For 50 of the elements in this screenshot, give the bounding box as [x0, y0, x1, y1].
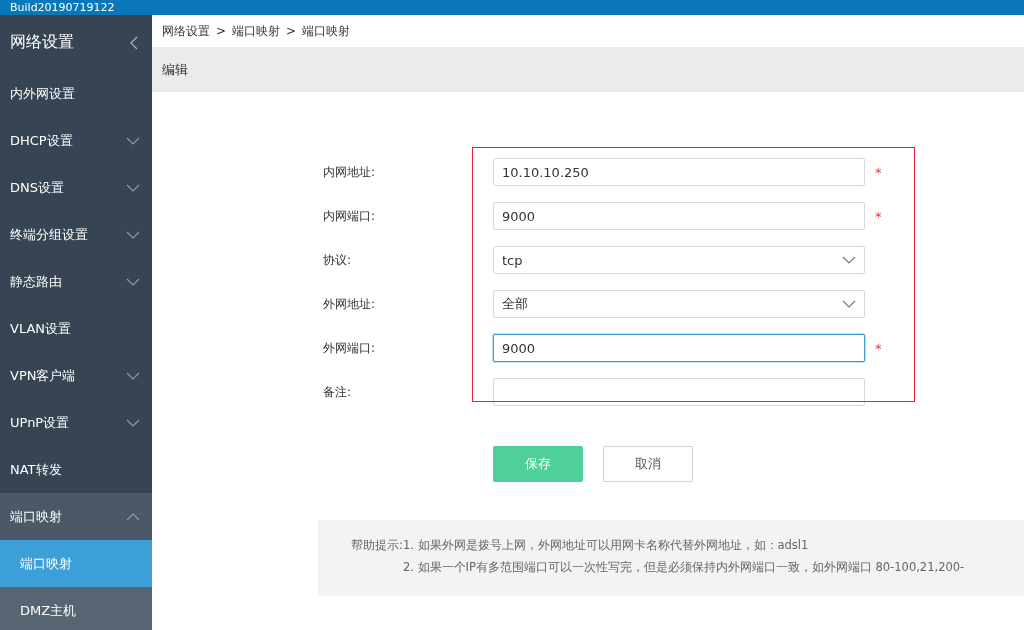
- input-field[interactable]: [493, 378, 865, 406]
- sidebar-group-label: 终端分组设置: [10, 225, 88, 244]
- field-label: 内网地址:: [323, 163, 377, 181]
- sidebar-group[interactable]: VPN客户端: [0, 352, 152, 399]
- sidebar-item[interactable]: NAT转发: [0, 446, 152, 493]
- sidebar-item[interactable]: 内外网设置: [0, 70, 152, 117]
- sidebar-group[interactable]: UPnP设置: [0, 399, 152, 446]
- sidebar-item[interactable]: VLAN设置: [0, 305, 152, 352]
- sidebar-group-label: 静态路由: [10, 272, 62, 291]
- breadcrumb-item[interactable]: 端口映射: [232, 22, 281, 40]
- input-field[interactable]: 9000: [493, 334, 865, 362]
- sidebar-group-label: DHCP设置: [10, 131, 73, 150]
- field-label: 协议:: [323, 251, 353, 269]
- sidebar-subitem[interactable]: DMZ主机: [0, 587, 152, 630]
- field-value: 全部: [502, 295, 528, 313]
- caret-icon: [842, 256, 856, 264]
- caret-icon: [842, 300, 856, 308]
- sidebar-group[interactable]: 终端分组设置: [0, 211, 152, 258]
- sidebar-group[interactable]: DHCP设置: [0, 117, 152, 164]
- panel-title: 编辑: [162, 60, 188, 79]
- help-label: 帮助提示:: [351, 538, 403, 554]
- select-field[interactable]: 全部: [493, 290, 865, 318]
- field-label: 备注:: [323, 383, 353, 401]
- sidebar-group[interactable]: 静态路由: [0, 258, 152, 305]
- breadcrumb-item[interactable]: 端口映射: [302, 22, 351, 40]
- collapse-icon[interactable]: [130, 35, 138, 50]
- sidebar-title: 网络设置: [10, 32, 74, 53]
- breadcrumb-item[interactable]: 网络设置: [162, 22, 210, 40]
- breadcrumb-separator: >: [216, 24, 227, 38]
- required-mark: *: [875, 208, 882, 224]
- required-mark: *: [875, 164, 882, 180]
- sidebar-group-label: DNS设置: [10, 178, 64, 197]
- field-label: 外网地址:: [323, 295, 377, 313]
- field-label: 内网端口:: [323, 207, 377, 225]
- field-label: 外网端口:: [323, 339, 377, 357]
- field-value: tcp: [502, 252, 523, 268]
- sidebar-group[interactable]: DNS设置: [0, 164, 152, 211]
- input-field[interactable]: 9000: [493, 202, 865, 230]
- cancel-button[interactable]: 取消: [603, 446, 693, 482]
- input-field[interactable]: 10.10.10.250: [493, 158, 865, 186]
- sidebar-group-label: UPnP设置: [10, 413, 70, 432]
- sidebar-group-label: VPN客户端: [10, 366, 76, 385]
- build-label: Build20190719122: [10, 1, 115, 14]
- sidebar-group-label: 端口映射: [10, 507, 62, 526]
- help-text: 1. 如果外网是拨号上网，外网地址可以用网卡名称代替外网地址，如：adsl1: [402, 538, 810, 552]
- breadcrumb-separator: >: [286, 24, 297, 38]
- sidebar-group[interactable]: 端口映射: [0, 493, 152, 540]
- required-mark: *: [875, 340, 882, 356]
- select-field[interactable]: tcp: [493, 246, 865, 274]
- help-text: 2. 如果一个IP有多范围端口可以一次性写完，但是必须保持内外网端口一致，如外网端口 80-100,21,200-: [402, 560, 965, 574]
